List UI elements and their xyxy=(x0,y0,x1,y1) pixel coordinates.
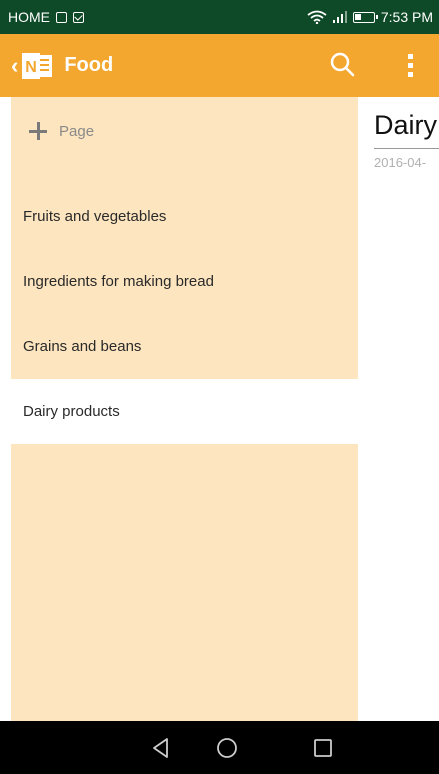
add-page-button[interactable]: Page xyxy=(11,97,358,165)
navigation-bar xyxy=(0,721,439,774)
note-date: 2016-04- xyxy=(374,155,427,170)
page-item-label: Fruits and vegetables xyxy=(23,208,167,225)
wifi-icon xyxy=(307,10,327,24)
notebook-title[interactable]: Food xyxy=(64,54,113,77)
mail-notification-icon xyxy=(73,11,84,23)
page-list: Fruits and vegetables Ingredients for ma… xyxy=(11,184,358,444)
home-circle-icon[interactable] xyxy=(214,735,240,761)
recents-square-icon[interactable] xyxy=(310,735,336,761)
signal-icon xyxy=(332,11,347,23)
status-left: HOME xyxy=(8,9,84,25)
page-item-label: Ingredients for making bread xyxy=(23,273,214,290)
page-item-grains-and-beans[interactable]: Grains and beans xyxy=(11,314,358,379)
status-right: 7:53 PM xyxy=(307,9,433,25)
search-icon[interactable] xyxy=(326,48,360,82)
image-notification-icon xyxy=(56,11,67,23)
page-item-label: Dairy products xyxy=(23,403,120,420)
back-triangle-icon[interactable] xyxy=(148,735,174,761)
pages-pane: Page Fruits and vegetables Ingredients f… xyxy=(11,97,358,721)
onenote-logo-icon[interactable]: N xyxy=(22,51,54,81)
page-item-dairy-products[interactable]: Dairy products xyxy=(11,379,358,444)
status-bar: HOME 7:53 PM xyxy=(0,0,439,34)
svg-text:N: N xyxy=(26,59,38,76)
page-item-fruits-and-vegetables[interactable]: Fruits and vegetables xyxy=(11,184,358,249)
page-item-label: Grains and beans xyxy=(23,338,142,355)
page-item-ingredients-for-making-bread[interactable]: Ingredients for making bread xyxy=(11,249,358,314)
note-title[interactable]: Dairy xyxy=(374,110,437,141)
left-edge xyxy=(0,97,11,721)
app-bar: ‹ N Food xyxy=(0,34,439,97)
plus-icon xyxy=(29,122,47,140)
clock: 7:53 PM xyxy=(380,9,433,25)
battery-icon xyxy=(352,11,378,23)
note-title-divider xyxy=(374,148,439,149)
add-page-label: Page xyxy=(59,122,95,140)
chevron-left-icon[interactable]: ‹ xyxy=(11,54,18,77)
more-vertical-icon[interactable] xyxy=(396,48,424,82)
carrier-label: HOME xyxy=(8,9,50,25)
